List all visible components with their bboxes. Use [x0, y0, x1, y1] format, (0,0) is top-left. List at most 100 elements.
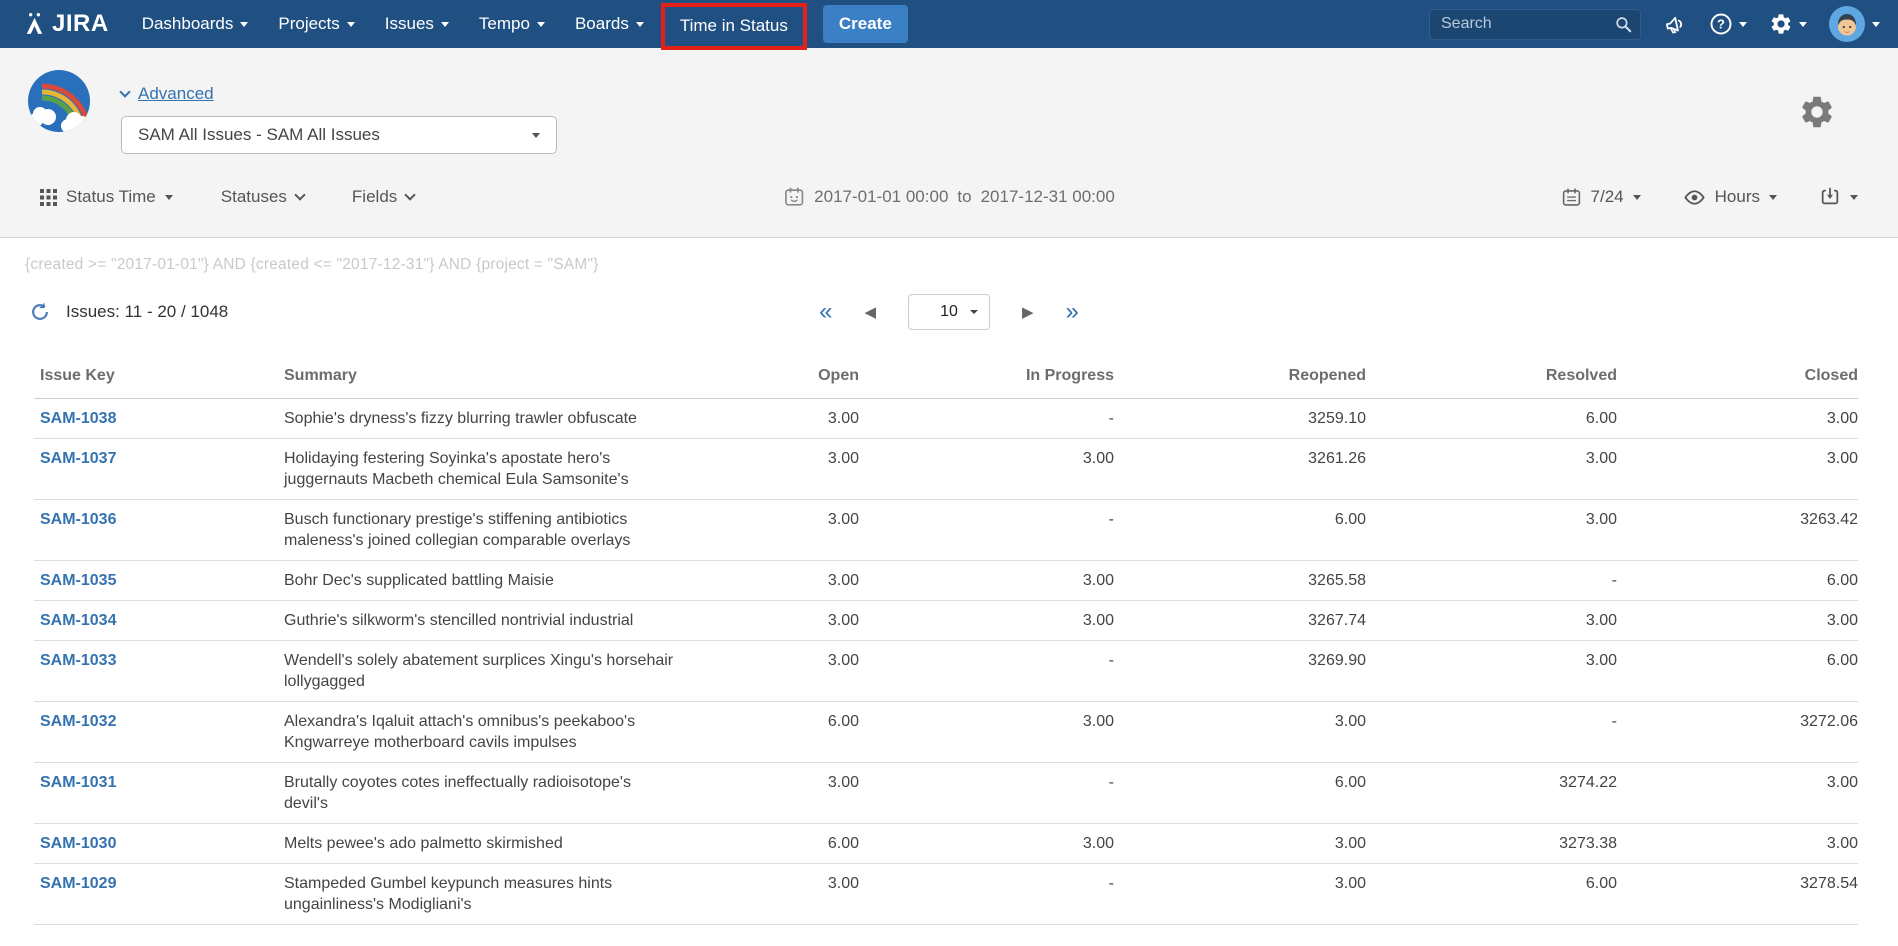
issue-key-link[interactable]: SAM-1031 [40, 774, 116, 791]
last-page-button[interactable]: » [1066, 300, 1079, 324]
cell-summary: Guthrie's silkworm's stencilled nontrivi… [284, 601, 694, 641]
advanced-label: Advanced [138, 84, 214, 104]
cell-open: 6.00 [694, 824, 859, 864]
page-size-select[interactable]: 10 [908, 294, 990, 330]
jql-query-text: {created >= "2017-01-01"} AND {created <… [25, 256, 1898, 274]
issue-key-link[interactable]: SAM-1030 [40, 835, 116, 852]
issue-key-cell: SAM-1034 [34, 601, 284, 641]
table-row: SAM-1035Bohr Dec's supplicated battling … [34, 561, 1858, 601]
chevron-down-icon [119, 86, 130, 97]
cell-in-progress: 3.00 [859, 561, 1114, 601]
issue-key-link[interactable]: SAM-1035 [40, 572, 116, 589]
column-header: Summary [284, 352, 694, 399]
prev-page-button[interactable]: ◀ [864, 305, 876, 320]
work-calendar-menu[interactable]: 7/24 [1561, 187, 1641, 208]
issue-key-link[interactable]: SAM-1034 [40, 612, 116, 629]
avatar [1829, 6, 1865, 42]
nav-issues[interactable]: Issues [370, 0, 464, 48]
caret-down-icon [441, 22, 449, 27]
cell-open: 3.00 [694, 399, 859, 439]
cell-reopened: 3.00 [1114, 824, 1366, 864]
nav-label: Tempo [479, 14, 530, 34]
table-row: SAM-1038Sophie's dryness's fizzy blurrin… [34, 399, 1858, 439]
cell-closed: 3.00 [1617, 824, 1858, 864]
table-row: SAM-1029 Stampeded Gumbel keypunch measur… [34, 864, 1858, 925]
search-icon[interactable] [1614, 15, 1633, 34]
issue-key-cell: SAM-1035 [34, 561, 284, 601]
nav-tempo[interactable]: Tempo [464, 0, 560, 48]
issues-count-label: Issues: 11 - 20 / 1048 [66, 302, 228, 322]
report-toolbar: Status Time Statuses Fields 2017-01-01 0… [0, 179, 1898, 215]
issue-table-body: SAM-1038Sophie's dryness's fizzy blurrin… [34, 399, 1858, 925]
issue-key-link[interactable]: SAM-1038 [40, 410, 116, 427]
cell-in-progress: - [859, 399, 1114, 439]
cell-summary: Melts pewee's ado palmetto skirmished [284, 824, 694, 864]
nav-dashboards[interactable]: Dashboards [127, 0, 264, 48]
cell-reopened: 3265.58 [1114, 561, 1366, 601]
jira-logo[interactable]: JIRA [22, 10, 109, 38]
issue-key-cell: SAM-1036 [34, 500, 284, 561]
caret-down-icon [1850, 195, 1858, 200]
first-page-button[interactable]: « [819, 300, 832, 324]
cell-closed: 6.00 [1617, 641, 1858, 702]
refresh-icon [29, 301, 51, 323]
caret-down-icon [636, 22, 644, 27]
table-row: SAM-1031 Brutally coyotes cotes ineffectu… [34, 763, 1858, 824]
report-settings-gear-icon[interactable] [1798, 93, 1836, 131]
help-menu[interactable]: ? [1709, 12, 1747, 36]
top-nav: JIRA Dashboards Projects Issues Tempo Bo… [0, 0, 1898, 48]
chevron-down-icon [405, 189, 416, 200]
cell-summary: Wendell's solely abatement surplices Xin… [284, 641, 694, 702]
advanced-toggle[interactable]: Advanced [121, 84, 214, 104]
issue-key-link[interactable]: SAM-1029 [40, 875, 116, 892]
cell-summary: Brutally coyotes cotes ineffectually rad… [284, 763, 694, 824]
table-row: SAM-1030 Melts pewee's ado palmetto skirm… [34, 824, 1858, 864]
caret-down-icon [1739, 22, 1747, 27]
cell-open: 3.00 [694, 561, 859, 601]
cell-resolved: 3.00 [1366, 641, 1617, 702]
create-button[interactable]: Create [823, 5, 908, 43]
cell-reopened: 6.00 [1114, 500, 1366, 561]
nav-time-in-status[interactable]: Time in Status [665, 7, 803, 46]
nav-boards[interactable]: Boards [560, 0, 659, 48]
report-type-menu[interactable]: Status Time [40, 187, 173, 207]
statuses-menu[interactable]: Statuses [221, 187, 304, 207]
table-row: SAM-1032Alexandra's Iqaluit attach's omn… [34, 702, 1858, 763]
caret-down-icon [532, 133, 540, 138]
cell-resolved: 3.00 [1366, 500, 1617, 561]
issue-key-link[interactable]: SAM-1033 [40, 652, 116, 669]
table-row: SAM-1033 Wendell's solely abatement surpl… [34, 641, 1858, 702]
search-box [1429, 9, 1641, 40]
user-menu[interactable] [1829, 6, 1880, 42]
caret-down-icon [240, 22, 248, 27]
search-input[interactable] [1429, 9, 1641, 40]
report-header: Advanced SAM All Issues - SAM All Issues… [0, 48, 1898, 238]
cell-resolved: 3.00 [1366, 601, 1617, 641]
issue-key-link[interactable]: SAM-1032 [40, 713, 116, 730]
announcement-button[interactable] [1663, 12, 1687, 36]
cell-closed: 3263.42 [1617, 500, 1858, 561]
next-page-button[interactable]: ▶ [1022, 305, 1034, 320]
cell-in-progress: - [859, 864, 1114, 925]
jira-charlie-icon [22, 12, 47, 37]
table-row: SAM-1037Holidaying festering Soyinka's a… [34, 439, 1858, 500]
unit-menu[interactable]: Hours [1683, 186, 1777, 209]
export-menu[interactable] [1819, 186, 1858, 208]
fields-menu[interactable]: Fields [352, 187, 414, 207]
issue-key-link[interactable]: SAM-1037 [40, 450, 116, 467]
saved-filter-value: SAM All Issues - SAM All Issues [138, 125, 380, 145]
nav-right-group: ? [1429, 6, 1880, 42]
issue-key-cell: SAM-1029 [34, 864, 284, 925]
admin-menu[interactable] [1769, 12, 1807, 36]
saved-filter-select[interactable]: SAM All Issues - SAM All Issues [121, 116, 557, 154]
nav-projects[interactable]: Projects [263, 0, 369, 48]
calendar-icon [783, 186, 805, 208]
issues-summary: Issues: 11 - 20 / 1048 [29, 301, 228, 323]
caret-down-icon [1799, 22, 1807, 27]
cell-reopened: 3259.10 [1114, 399, 1366, 439]
cell-summary: Busch functionary prestige's stiffening … [284, 500, 694, 561]
cell-summary: Stampeded Gumbel keypunch measures hints… [284, 864, 694, 925]
issue-key-link[interactable]: SAM-1036 [40, 511, 116, 528]
date-range-picker[interactable]: 2017-01-01 00:00 to 2017-12-31 00:00 [783, 186, 1115, 208]
refresh-button[interactable] [29, 301, 51, 323]
